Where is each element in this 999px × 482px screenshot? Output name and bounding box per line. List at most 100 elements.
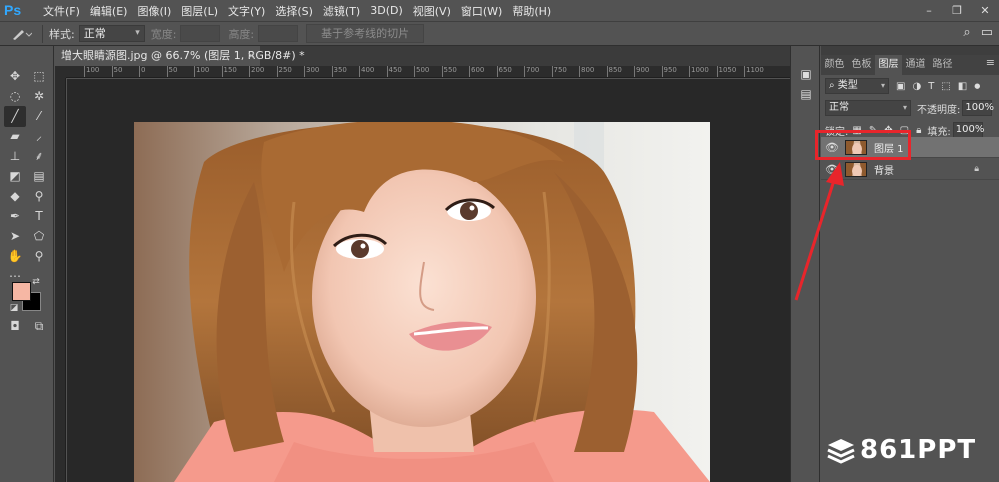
ruler-tick: 50	[111, 66, 123, 77]
close-button[interactable]: ✕	[971, 4, 999, 17]
ruler-tick: 100	[193, 66, 210, 77]
brush-tool-icon[interactable]: ⸝	[28, 126, 50, 147]
tab-channels[interactable]: 通道	[902, 55, 929, 75]
workspace-icon[interactable]: ▭	[981, 25, 993, 40]
zoom-tool-icon[interactable]: ⚲	[28, 246, 50, 267]
divider	[42, 24, 43, 43]
menu-3d[interactable]: 3D(D)	[365, 4, 408, 17]
search-icon[interactable]: ⌕	[963, 25, 970, 40]
default-colors-icon[interactable]: ◪	[8, 302, 20, 314]
ruler-tick: 500	[413, 66, 430, 77]
document-tab[interactable]: 增大眼睛源图.jpg @ 66.7% (图层 1, RGB/8#) * ×	[55, 46, 305, 66]
panel-tabs: 颜色 色板 图层 通道 路径 ≡	[821, 55, 999, 75]
gradient-tool-icon[interactable]: ▤	[28, 166, 50, 187]
screen-mode-icon[interactable]: ⧉	[28, 316, 50, 337]
vertical-ruler[interactable]	[55, 78, 66, 482]
opacity-label: 不透明度:	[917, 104, 961, 116]
height-label: 高度:	[228, 27, 255, 41]
ruler-tick: 700	[523, 66, 540, 77]
tool-preset-picker[interactable]	[6, 23, 36, 44]
path-selection-tool-icon[interactable]: ➤	[4, 226, 26, 247]
document-title: 增大眼睛源图.jpg @ 66.7% (图层 1, RGB/8#) *	[61, 49, 305, 62]
layers-logo-icon	[827, 439, 855, 464]
height-input[interactable]	[258, 25, 299, 42]
tab-paths[interactable]: 路径	[929, 55, 956, 75]
minimize-button[interactable]: –	[915, 4, 943, 17]
filter-adjustment-icon[interactable]: ◑	[912, 81, 921, 92]
annotation-arrow	[794, 162, 844, 301]
ruler-tick: 0	[138, 66, 146, 77]
hand-tool-icon[interactable]: ✋	[4, 246, 26, 267]
menu-type[interactable]: 文字(Y)	[223, 3, 270, 19]
ruler-tick: 350	[331, 66, 347, 77]
layer-filter-row: ⌕ 类型 ▣ ◑ T ⬚ ◧ ●	[821, 75, 999, 97]
menu-file[interactable]: 文件(F)	[38, 3, 85, 19]
ruler-tick: 800	[578, 66, 595, 77]
tab-layers[interactable]: 图层	[875, 55, 902, 75]
slices-from-guides-button[interactable]: 基于参考线的切片	[306, 24, 425, 43]
ruler-tick: 100	[83, 66, 100, 77]
toolbox: ✥ ⬚ ◌ ✲ ╱ ⁄ ▰ ⸝ ⊥ ⸙ ◩ ▤ ◆ ⚲ ✒ T ➤ ⬠ ✋ ⚲ …	[0, 46, 54, 482]
filter-toggle-icon[interactable]: ●	[974, 82, 980, 90]
blend-mode-select[interactable]: 正常	[825, 100, 911, 116]
clone-stamp-tool-icon[interactable]: ⊥	[4, 146, 26, 167]
history-panel-icon[interactable]: ▣	[799, 68, 813, 80]
pen-tool-icon[interactable]: ✒	[4, 206, 26, 227]
shape-tool-icon[interactable]: ⬠	[28, 226, 50, 247]
ruler-tick: 50	[166, 66, 178, 77]
history-brush-tool-icon[interactable]: ⸙	[28, 146, 50, 167]
style-select[interactable]: 正常	[78, 25, 145, 42]
menu-window[interactable]: 窗口(W)	[456, 3, 507, 19]
width-input[interactable]	[180, 25, 221, 42]
menu-help[interactable]: 帮助(H)	[507, 3, 556, 19]
properties-panel-icon[interactable]: ▤	[799, 88, 813, 100]
restore-button[interactable]: ❐	[943, 4, 971, 17]
options-right: ⌕ ▭	[963, 25, 993, 40]
dodge-tool-icon[interactable]: ⚲	[28, 186, 50, 207]
menu-filter[interactable]: 滤镜(T)	[318, 3, 365, 19]
panel-menu-icon[interactable]: ≡	[986, 56, 995, 69]
healing-brush-tool-icon[interactable]: ▰	[4, 126, 26, 147]
type-tool-icon[interactable]: T	[28, 206, 50, 227]
magic-wand-tool-icon[interactable]: ✲	[28, 86, 50, 107]
eyedropper-tool-icon[interactable]: ⁄	[28, 106, 50, 127]
ruler-origin[interactable]	[55, 66, 66, 78]
filter-shape-icon[interactable]: ⬚	[941, 81, 950, 92]
menu-edit[interactable]: 编辑(E)	[85, 3, 133, 19]
ruler-tick: 850	[606, 66, 622, 77]
blur-tool-icon[interactable]: ◆	[4, 186, 26, 207]
swap-colors-icon[interactable]: ⇄	[30, 276, 42, 288]
menu-layer[interactable]: 图层(L)	[176, 3, 223, 19]
ruler-tick: 950	[661, 66, 677, 77]
canvas-area[interactable]	[67, 79, 790, 482]
horizontal-ruler[interactable]: 100 50 0 50 100 150 200 250 300 350 400 450 500 550 60…	[66, 66, 790, 78]
width-label: 宽度:	[150, 27, 177, 41]
menu-select[interactable]: 选择(S)	[270, 3, 318, 19]
ruler-tick: 900	[633, 66, 650, 77]
filter-smart-object-icon[interactable]: ◧	[958, 81, 967, 92]
lasso-tool-icon[interactable]: ◌	[4, 86, 26, 107]
layer-filter-select[interactable]: ⌕ 类型	[825, 78, 889, 94]
move-tool-icon[interactable]: ✥	[4, 66, 26, 87]
watermark-text: 861PPT	[860, 435, 977, 465]
filter-pixel-icon[interactable]: ▣	[896, 81, 905, 92]
style-label: 样式:	[49, 27, 75, 41]
filter-type-icon[interactable]: T	[928, 81, 934, 92]
lock-all-icon[interactable]: 🔒︎	[916, 125, 921, 136]
slice-tool-icon[interactable]: ╱	[4, 106, 26, 127]
fill-input[interactable]: 100%	[952, 122, 984, 138]
ruler-tick: 650	[496, 66, 512, 77]
tab-swatches[interactable]: 色板	[848, 55, 875, 75]
eraser-tool-icon[interactable]: ◩	[4, 166, 26, 187]
marquee-tool-icon[interactable]: ⬚	[28, 66, 50, 87]
close-icon[interactable]: ×	[247, 46, 256, 66]
foreground-color-swatch[interactable]	[12, 282, 31, 301]
menu-view[interactable]: 视图(V)	[408, 3, 456, 19]
menu-image[interactable]: 图像(I)	[132, 3, 176, 19]
tab-color[interactable]: 颜色	[821, 55, 848, 75]
opacity-input[interactable]: 100%	[962, 100, 994, 116]
ruler-tick: 750	[551, 66, 567, 77]
quick-mask-icon[interactable]: ◘	[4, 316, 26, 337]
filter-type-value: 类型	[837, 80, 858, 91]
filter-search-icon: ⌕	[829, 80, 838, 91]
